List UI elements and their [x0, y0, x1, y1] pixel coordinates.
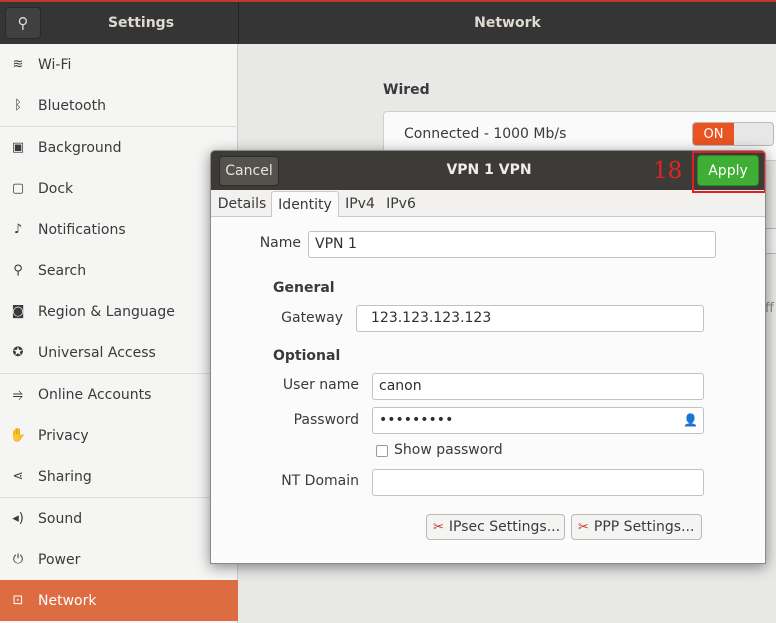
step-annotation: 18 — [653, 158, 683, 184]
optional-heading: Optional — [273, 348, 341, 364]
show-password-label[interactable]: Show password — [394, 442, 503, 458]
wired-heading: Wired — [383, 82, 430, 98]
password-options-icon[interactable]: 👤 — [683, 413, 698, 427]
cancel-button[interactable]: Cancel — [219, 156, 279, 186]
bell-icon: ♪ — [13, 222, 23, 237]
panel-title: Network — [474, 15, 541, 31]
dialog-tabs: Details Identity IPv4 IPv6 — [211, 191, 765, 217]
share-icon: ⋖ — [12, 469, 24, 484]
wired-status: Connected - 1000 Mb/s — [404, 126, 567, 142]
nt-domain-field[interactable] — [372, 469, 704, 496]
password-field[interactable]: ••••••••• 👤 — [372, 407, 704, 434]
tab-identity[interactable]: Identity — [271, 191, 339, 217]
camera-icon: ◙ — [11, 304, 25, 319]
sidebar-item-universal-access[interactable]: ✪ Universal Access — [0, 332, 238, 373]
highlight-box — [692, 151, 765, 193]
toggle-on-label: ON — [693, 123, 734, 145]
sidebar-item-notifications[interactable]: ♪ Notifications — [0, 209, 238, 250]
search-icon: ⚲ — [17, 14, 29, 32]
tools-icon: ✂ — [433, 519, 444, 535]
sidebar-item-label: Privacy — [38, 427, 89, 444]
gateway-field[interactable]: 123.123.123.123 — [356, 305, 704, 332]
network-icon: ⊡ — [12, 593, 24, 608]
bluetooth-icon: ᛒ — [14, 98, 22, 113]
show-password-checkbox[interactable] — [376, 445, 388, 457]
username-label: User name — [282, 377, 359, 393]
accessibility-icon: ✪ — [12, 345, 24, 360]
sidebar-item-region-language[interactable]: ◙ Region & Language — [0, 291, 238, 332]
sidebar-item-label: Power — [38, 551, 81, 568]
tab-details[interactable]: Details — [215, 191, 269, 217]
sidebar-item-label: Search — [38, 262, 87, 279]
tab-ipv6[interactable]: IPv6 — [381, 191, 421, 217]
sidebar-item-label: Sharing — [38, 468, 92, 485]
sidebar-item-dock[interactable]: ▢ Dock — [0, 168, 238, 209]
sidebar-item-label: Wi-Fi — [38, 56, 72, 73]
sidebar: ≋ Wi-Fi ᛒ Bluetooth ▣ Background ▢ Dock ♪ Not… — [0, 44, 238, 623]
password-value: ••••••••• — [379, 412, 454, 428]
hand-icon: ✋ — [9, 428, 27, 443]
sidebar-item-bluetooth[interactable]: ᛒ Bluetooth — [0, 85, 238, 126]
sidebar-item-sharing[interactable]: ⋖ Sharing — [0, 456, 238, 497]
identity-tab-content: Name VPN 1 General Gateway 123.123.123.1… — [211, 217, 765, 563]
sidebar-item-sound[interactable]: ◂) Sound — [0, 498, 238, 539]
sidebar-item-search[interactable]: ⚲ Search — [0, 250, 238, 291]
settings-title: Settings — [107, 15, 175, 31]
tools-icon: ✂ — [578, 519, 589, 535]
search-button[interactable]: ⚲ — [5, 7, 41, 39]
ppp-settings-button[interactable]: ✂ PPP Settings... — [571, 514, 702, 540]
sidebar-item-label: Background — [38, 139, 122, 156]
sidebar-item-label: Network — [38, 592, 97, 609]
dock-icon: ▢ — [11, 181, 25, 196]
search-icon: ⚲ — [13, 263, 23, 278]
online-accounts-icon: ⥤ — [12, 387, 24, 402]
sidebar-item-privacy[interactable]: ✋ Privacy — [0, 415, 238, 456]
ipsec-settings-button[interactable]: ✂ IPsec Settings... — [426, 514, 565, 540]
name-label: Name — [259, 235, 301, 251]
nt-domain-label: NT Domain — [281, 473, 359, 489]
ppp-settings-label: PPP Settings... — [593, 519, 695, 535]
sidebar-item-background[interactable]: ▣ Background — [0, 127, 238, 168]
dialog-header: Cancel VPN 1 VPN 18 Apply — [211, 151, 765, 193]
gateway-label: Gateway — [281, 310, 343, 326]
vpn-dialog: Cancel VPN 1 VPN 18 Apply Details Identi… — [210, 150, 766, 564]
sidebar-item-label: Bluetooth — [38, 97, 106, 114]
sidebar-item-label: Sound — [38, 510, 83, 527]
header-bar: ⚲ Settings Network — [0, 0, 776, 44]
speaker-icon: ◂) — [12, 511, 24, 526]
cancel-label: Cancel — [225, 163, 273, 179]
sidebar-item-label: Universal Access — [38, 344, 156, 361]
background-text-fragment: ff — [765, 301, 774, 316]
background-icon: ▣ — [11, 140, 25, 155]
sidebar-item-label: Online Accounts — [38, 386, 152, 403]
username-field[interactable]: canon — [372, 373, 704, 400]
sidebar-item-wifi[interactable]: ≋ Wi-Fi — [0, 44, 238, 85]
ipsec-settings-label: IPsec Settings... — [448, 519, 561, 535]
sidebar-item-online-accounts[interactable]: ⥤ Online Accounts — [0, 374, 238, 415]
sidebar-item-label: Dock — [38, 180, 74, 197]
sidebar-item-label: Region & Language — [38, 303, 175, 320]
wired-toggle[interactable]: ON — [692, 122, 774, 146]
tab-ipv4[interactable]: IPv4 — [341, 191, 379, 217]
power-icon: ⏻ — [12, 552, 24, 567]
password-label: Password — [293, 412, 359, 428]
sidebar-item-label: Notifications — [38, 221, 126, 238]
general-heading: General — [273, 280, 335, 296]
dialog-title: VPN 1 VPN — [446, 162, 532, 178]
sidebar-item-power[interactable]: ⏻ Power — [0, 539, 238, 580]
sidebar-item-network[interactable]: ⊡ Network — [0, 580, 238, 621]
name-field[interactable]: VPN 1 — [308, 231, 716, 258]
wifi-icon: ≋ — [12, 57, 24, 72]
